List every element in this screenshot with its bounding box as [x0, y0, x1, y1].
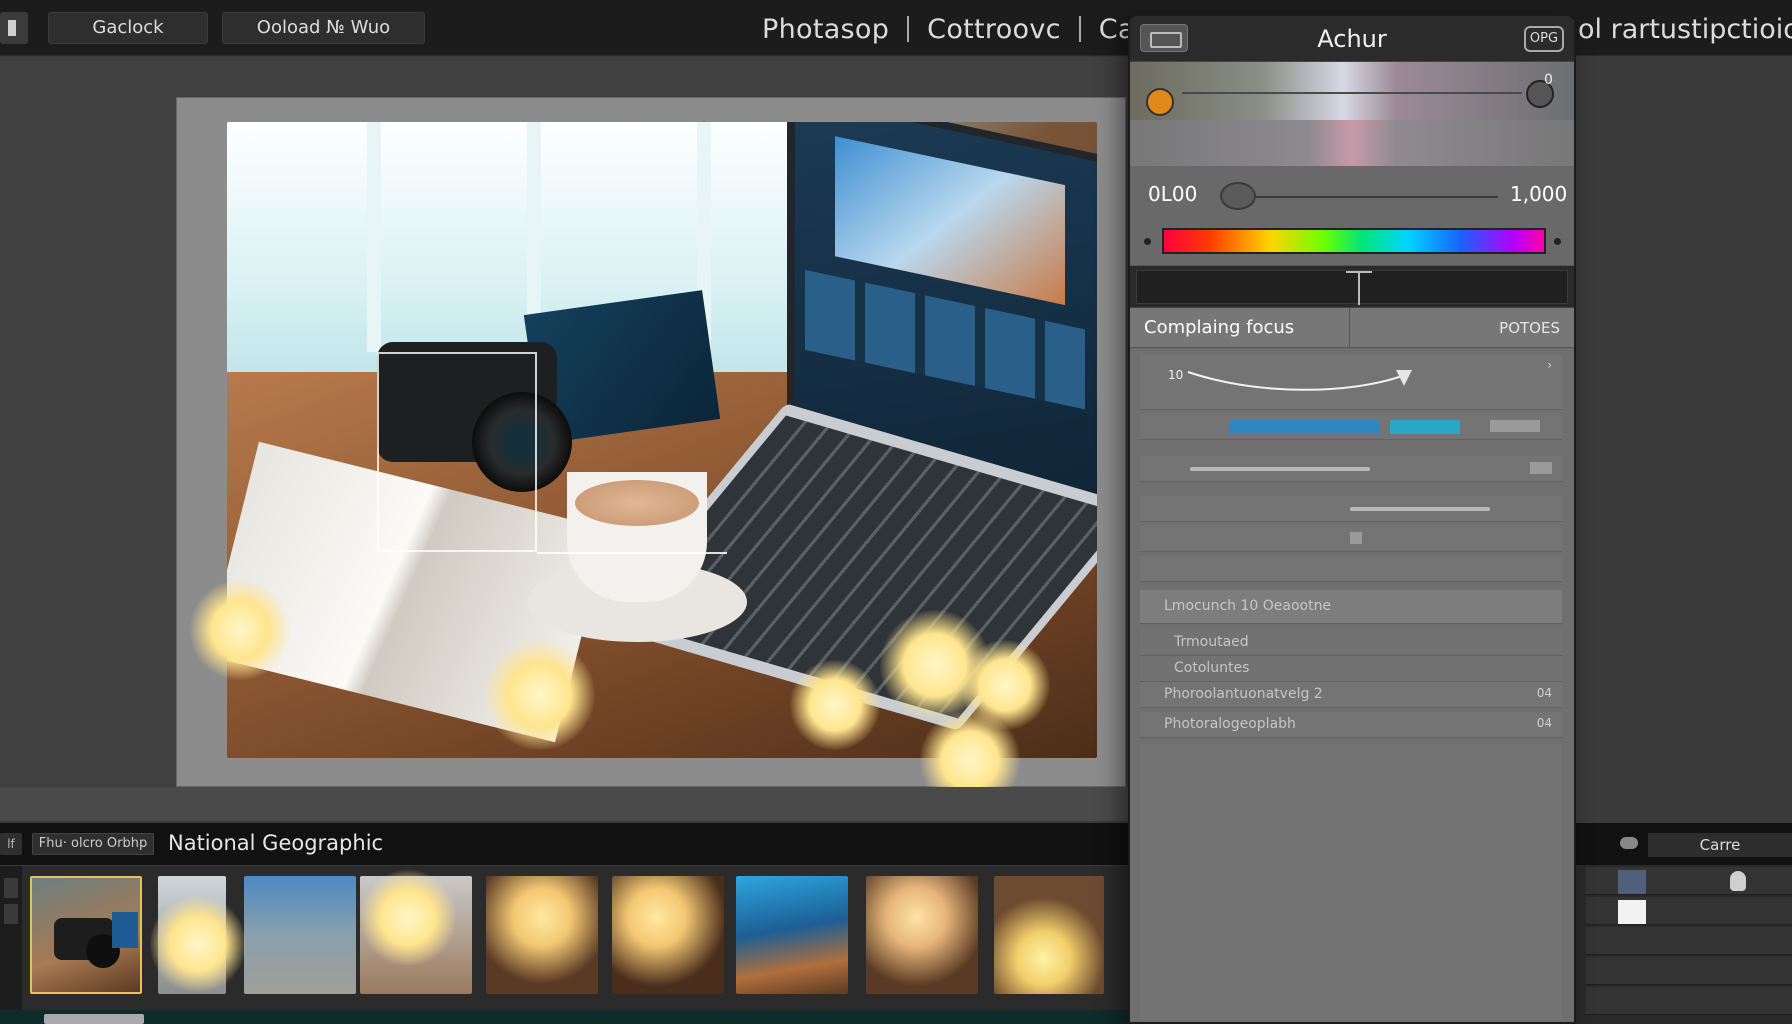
color-chip[interactable] — [1230, 420, 1380, 434]
value-chip — [1530, 462, 1552, 474]
adjustment-panel: Achur OPG 0 0L00 1,000 Complaing focus P… — [1128, 14, 1576, 1024]
panel-row-label: Lmocunch 10 Oeaootne — [1164, 598, 1332, 614]
hue-bar-left-marker — [1144, 238, 1151, 245]
panel-row-label: Cotoluntes — [1174, 660, 1250, 676]
selection-guide-line — [537, 552, 727, 554]
filmstrip-source-tab[interactable]: Fhu· olcro Orbhp — [32, 833, 154, 855]
panel-row-value: 04 — [1536, 686, 1552, 700]
menu-separator — [1078, 16, 1081, 42]
panel-row[interactable] — [1140, 414, 1562, 440]
panel-title: Achur — [1317, 25, 1387, 53]
panel-row[interactable] — [1140, 456, 1562, 482]
filmstrip-title: National Geographic — [168, 831, 384, 855]
hue-spectrum-bar[interactable] — [1162, 228, 1546, 254]
menu-item-photoshop[interactable]: Photasop — [762, 14, 889, 45]
panel-row[interactable] — [1140, 496, 1562, 522]
layer-row[interactable] — [1586, 927, 1792, 955]
timeline-track — [1130, 266, 1574, 308]
layer-row[interactable] — [1586, 897, 1792, 925]
bokeh-light — [790, 660, 880, 750]
row-chevron-icon[interactable]: › — [1547, 358, 1552, 372]
panel-row[interactable] — [1140, 526, 1562, 552]
tone-curve[interactable] — [1180, 364, 1500, 404]
panel-row-value: 04 — [1536, 716, 1552, 730]
layer-lock-icon[interactable] — [1730, 871, 1746, 891]
range-slider-knob[interactable] — [1220, 182, 1256, 210]
filmstrip-thumbnail[interactable] — [612, 876, 724, 994]
top-button-2[interactable]: Ooload № Wuo — [222, 12, 425, 44]
layer-row[interactable] — [1586, 867, 1792, 895]
panel-row[interactable]: Trmoutaed — [1140, 630, 1562, 656]
menu-item-cottroovc[interactable]: Cottroovc — [927, 14, 1061, 45]
gradient-slider-section: 0 — [1130, 62, 1574, 166]
panel-row[interactable]: Phoroolantuonatvelg 2 04 — [1140, 682, 1562, 708]
panel-row-highlighted[interactable]: Lmocunch 10 Oeaootne — [1140, 590, 1562, 624]
filmstrip-thumbnail[interactable] — [866, 876, 978, 994]
bokeh-light — [360, 870, 456, 966]
photo-window-bar — [367, 122, 381, 352]
right-lower-panel: Carre — [1576, 823, 1792, 1024]
gradient-slider-start-knob[interactable] — [1146, 88, 1174, 116]
panel-empty-area — [1140, 744, 1562, 1020]
top-button-1[interactable]: Gaclock — [48, 12, 208, 44]
layer-row[interactable] — [1586, 957, 1792, 985]
value-chip — [1350, 532, 1362, 544]
layer-swatch — [1618, 900, 1646, 924]
tab-focus[interactable]: Complaing focus — [1130, 308, 1350, 348]
gradient-end-label: 0 — [1544, 72, 1553, 88]
panel-row[interactable]: Photoralogeoplabh 04 — [1140, 712, 1562, 738]
hue-bar-right-marker — [1554, 238, 1561, 245]
range-max-label: 1,000 — [1510, 182, 1568, 206]
bokeh-light — [150, 896, 246, 992]
gradient-slider-track[interactable] — [1182, 92, 1522, 94]
filmstrip-menu-icon[interactable]: lf — [0, 833, 22, 855]
panel-header: Achur OPG — [1130, 16, 1574, 62]
bokeh-light — [190, 580, 290, 680]
timeline-well[interactable] — [1136, 270, 1568, 305]
photo-laptop-image — [835, 136, 1065, 306]
value-chip — [1490, 420, 1540, 432]
panel-toggle-icon[interactable] — [0, 12, 28, 44]
color-chip[interactable] — [1390, 420, 1460, 434]
filmstrip-thumbnail-selected[interactable] — [30, 876, 142, 994]
panel-body: 10 › Lmocunch 10 Oeaootne Trmoutaed Coto… — [1130, 348, 1574, 1022]
tab-photos[interactable]: POTOES — [1350, 308, 1574, 348]
top-menu: PhotasopCottroovcCard — [762, 14, 1163, 45]
menu-separator — [907, 16, 910, 42]
panel-tabs: Complaing focus POTOES — [1130, 308, 1574, 348]
filmstrip-thumbnail[interactable] — [244, 876, 356, 994]
row-slider[interactable] — [1350, 507, 1490, 511]
panel-row[interactable]: Cotoluntes — [1140, 656, 1562, 682]
panel-row[interactable] — [1140, 556, 1562, 582]
photo-cup — [567, 472, 707, 602]
curve-row: 10 › — [1140, 354, 1562, 410]
filmstrip-scrollbar[interactable] — [0, 1010, 1128, 1024]
filmstrip-header: lf Fhu· olcro Orbhp National Geographic — [0, 823, 1128, 865]
panel-row-label: Photoralogeoplabh — [1164, 716, 1296, 732]
filmstrip-thumbnail[interactable] — [486, 876, 598, 994]
top-right-menu-text[interactable]: ol rartustipctioion — [1578, 14, 1792, 45]
layers-grid — [1586, 867, 1792, 1024]
selection-frame[interactable] — [377, 352, 537, 552]
filmstrip-thumbnail[interactable] — [994, 876, 1104, 994]
layer-swatch — [1618, 870, 1646, 894]
filmstrip-thumbnail[interactable] — [736, 876, 848, 994]
range-min-label: 0L00 — [1148, 182, 1198, 206]
panel-row-label: Phoroolantuonatvelg 2 — [1164, 686, 1323, 702]
filmstrip-divider[interactable] — [0, 787, 1128, 821]
row-slider[interactable] — [1190, 467, 1370, 471]
range-slider-track[interactable] — [1222, 196, 1498, 198]
gradient-preview — [1130, 120, 1574, 166]
timeline-cursor[interactable] — [1346, 271, 1372, 305]
right-lower-header: Carre — [1576, 823, 1792, 865]
hue-section: 0L00 1,000 — [1130, 166, 1574, 266]
panel-row-label: Trmoutaed — [1174, 634, 1249, 650]
bokeh-light — [485, 640, 595, 750]
filmstrip-side-controls[interactable] — [0, 866, 22, 1024]
panel-badge-button[interactable]: OPG — [1524, 26, 1564, 52]
layer-row[interactable] — [1586, 987, 1792, 1015]
eye-icon[interactable] — [1620, 837, 1638, 849]
right-lower-button[interactable]: Carre — [1648, 833, 1792, 857]
